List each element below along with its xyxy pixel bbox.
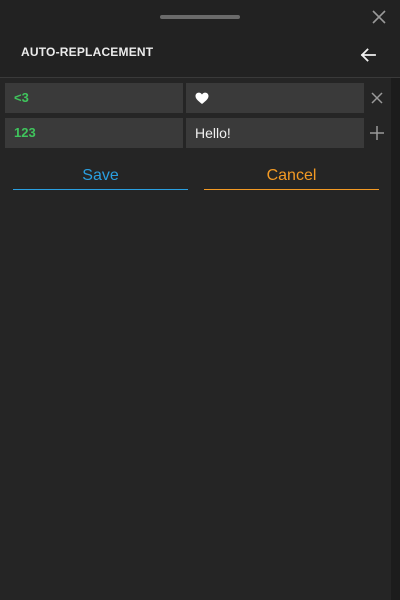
replacement-input[interactable] xyxy=(186,118,364,148)
remove-rule-button[interactable] xyxy=(367,83,387,113)
replacement-row xyxy=(5,83,395,113)
page-title: AUTO-REPLACEMENT xyxy=(21,45,154,59)
drag-handle[interactable] xyxy=(160,15,240,19)
shortcut-input[interactable] xyxy=(5,83,183,113)
replacement-input[interactable] xyxy=(186,83,364,113)
scrollbar[interactable] xyxy=(391,78,400,600)
shortcut-input[interactable] xyxy=(5,118,183,148)
panel-header: AUTO-REPLACEMENT xyxy=(0,0,400,78)
cancel-button[interactable]: Cancel xyxy=(204,162,379,190)
close-icon xyxy=(371,92,383,104)
close-icon[interactable] xyxy=(368,6,390,28)
heart-icon xyxy=(195,92,209,104)
auto-replacement-panel: AUTO-REPLACEMENT Save Cance xyxy=(0,0,400,600)
new-replacement-row xyxy=(5,118,395,148)
add-rule-button[interactable] xyxy=(367,118,387,148)
plus-icon xyxy=(370,126,384,140)
save-button[interactable]: Save xyxy=(13,162,188,190)
arrow-left-icon[interactable] xyxy=(356,44,380,66)
